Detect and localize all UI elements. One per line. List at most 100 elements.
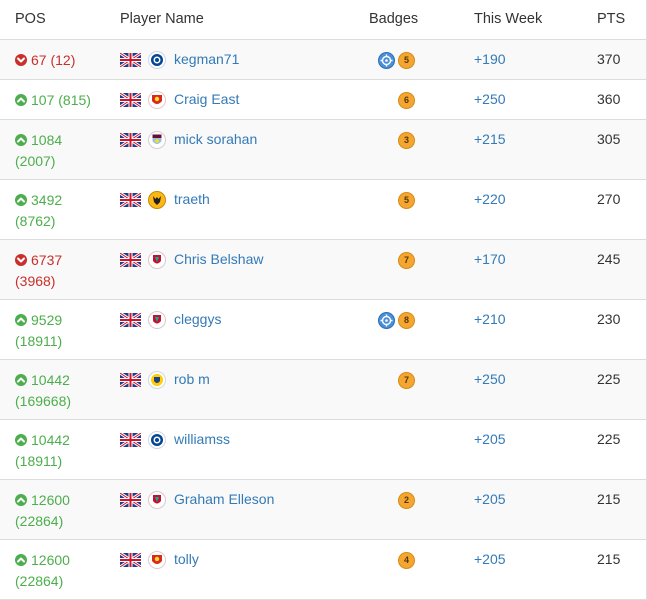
position-cell: 107 (815) [15, 90, 115, 111]
player-name-link[interactable]: cleggys [174, 311, 221, 327]
uk-flag-icon [119, 131, 142, 149]
table-row: 67 (12) kegman71 5 +190 370 [0, 40, 646, 80]
number-badge-icon: 3 [398, 132, 415, 149]
number-badge-icon: 7 [398, 252, 415, 269]
table-row: 3492 (8762) traeth 5 +220 270 [0, 180, 646, 240]
this-week-points: +190 [474, 51, 506, 67]
position-cell: 12600 (22864) [15, 490, 115, 532]
this-week-points: +205 [474, 551, 506, 567]
position-value: 10442 [31, 372, 70, 388]
number-badge-icon: 5 [398, 52, 415, 69]
rank-down-icon [15, 54, 27, 66]
this-week-points: +205 [474, 491, 506, 507]
player-name-link[interactable]: Craig East [174, 91, 239, 107]
leaderboard-table: POS Player Name Badges This Week PTS 67 … [0, 0, 647, 600]
this-week-points: +250 [474, 91, 506, 107]
total-points: 225 [597, 431, 621, 447]
table-row: 10442 (18911) williamss +205 225 [0, 420, 646, 480]
previous-position-value: (18911) [15, 453, 63, 469]
uk-flag-icon [119, 371, 142, 389]
chelsea-crest-icon [148, 51, 166, 69]
table-row: 6737 (3968) Chris Belshaw 7 +170 245 [0, 240, 646, 300]
uk-flag-icon [119, 431, 142, 449]
position-cell: 10442 (18911) [15, 430, 115, 472]
total-points: 370 [597, 51, 621, 67]
this-week-points: +170 [474, 251, 506, 267]
chelsea-crest-icon [148, 431, 166, 449]
rank-up-icon [15, 494, 27, 506]
total-points: 225 [597, 371, 621, 387]
total-points: 230 [597, 311, 621, 327]
number-badge-icon: 8 [398, 312, 415, 329]
player-name-link[interactable]: Chris Belshaw [174, 251, 263, 267]
total-points: 215 [597, 551, 621, 567]
position-cell: 1084 (2007) [15, 130, 115, 172]
liverpool-crest-icon [148, 251, 166, 269]
rank-up-icon [15, 554, 27, 566]
position-cell: 6737 (3968) [15, 250, 115, 292]
header-pos: POS [15, 11, 46, 27]
total-points: 305 [597, 131, 621, 147]
position-value: 6737 [31, 252, 63, 268]
player-name-link[interactable]: Graham Elleson [174, 491, 274, 507]
position-value: 9529 [31, 312, 63, 328]
position-cell: 9529 (18911) [15, 310, 115, 352]
previous-position-value: (22864) [15, 513, 64, 529]
uk-flag-icon [119, 311, 142, 329]
liverpool-crest-icon [148, 311, 166, 329]
previous-position-value: (18911) [15, 333, 63, 349]
rank-up-icon [15, 314, 27, 326]
crosshair-badge-icon [378, 52, 395, 69]
previous-position-value: (8762) [15, 213, 56, 229]
uk-flag-icon [119, 491, 142, 509]
position-cell: 3492 (8762) [15, 190, 115, 232]
this-week-points: +220 [474, 191, 506, 207]
man-utd-crest-icon [148, 551, 166, 569]
position-value: 1084 [31, 132, 63, 148]
table-row: 107 (815) Craig East 6 +250 360 [0, 80, 646, 120]
previous-position-value: (3968) [15, 273, 56, 289]
leeds-crest-icon [148, 371, 166, 389]
table-row: 1084 (2007) mick sorahan 3 +215 305 [0, 120, 646, 180]
player-name-link[interactable]: traeth [174, 191, 210, 207]
header-pts: PTS [597, 11, 626, 27]
rank-up-icon [15, 194, 27, 206]
position-value: 107 (815) [31, 92, 91, 108]
table-row: 12600 (22864) Graham Elleson 2 +205 215 [0, 480, 646, 540]
table-row: 10442 (169668) rob m 7 +250 225 [0, 360, 646, 420]
position-cell: 10442 (169668) [15, 370, 115, 412]
position-value: 12600 [31, 552, 70, 568]
table-row: 12600 (22864) tolly 4 +205 215 [0, 540, 646, 600]
previous-position-value: (169668) [15, 393, 72, 409]
header-badges: Badges [369, 11, 419, 27]
this-week-points: +250 [474, 371, 506, 387]
rank-down-icon [15, 254, 27, 266]
player-name-link[interactable]: mick sorahan [174, 131, 257, 147]
number-badge-icon: 2 [398, 492, 415, 509]
uk-flag-icon [119, 251, 142, 269]
player-name-link[interactable]: rob m [174, 371, 210, 387]
this-week-points: +210 [474, 311, 506, 327]
this-week-points: +205 [474, 431, 506, 447]
rank-up-icon [15, 134, 27, 146]
rank-up-icon [15, 374, 27, 386]
player-name-link[interactable]: williamss [174, 431, 230, 447]
player-name-link[interactable]: tolly [174, 551, 199, 567]
player-name-link[interactable]: kegman71 [174, 51, 239, 67]
liverpool-crest-icon [148, 491, 166, 509]
total-points: 270 [597, 191, 621, 207]
total-points: 245 [597, 251, 621, 267]
number-badge-icon: 4 [398, 552, 415, 569]
uk-flag-icon [119, 191, 142, 209]
total-points: 215 [597, 491, 621, 507]
total-points: 360 [597, 91, 621, 107]
header-player-name: Player Name [120, 11, 204, 27]
this-week-points: +215 [474, 131, 506, 147]
position-value: 12600 [31, 492, 70, 508]
header-this-week: This Week [474, 11, 543, 27]
position-cell: 12600 (22864) [15, 550, 115, 592]
table-row: 9529 (18911) cleggys 8 +210 230 [0, 300, 646, 360]
number-badge-icon: 6 [398, 92, 415, 109]
crosshair-badge-icon [378, 312, 395, 329]
number-badge-icon: 7 [398, 372, 415, 389]
